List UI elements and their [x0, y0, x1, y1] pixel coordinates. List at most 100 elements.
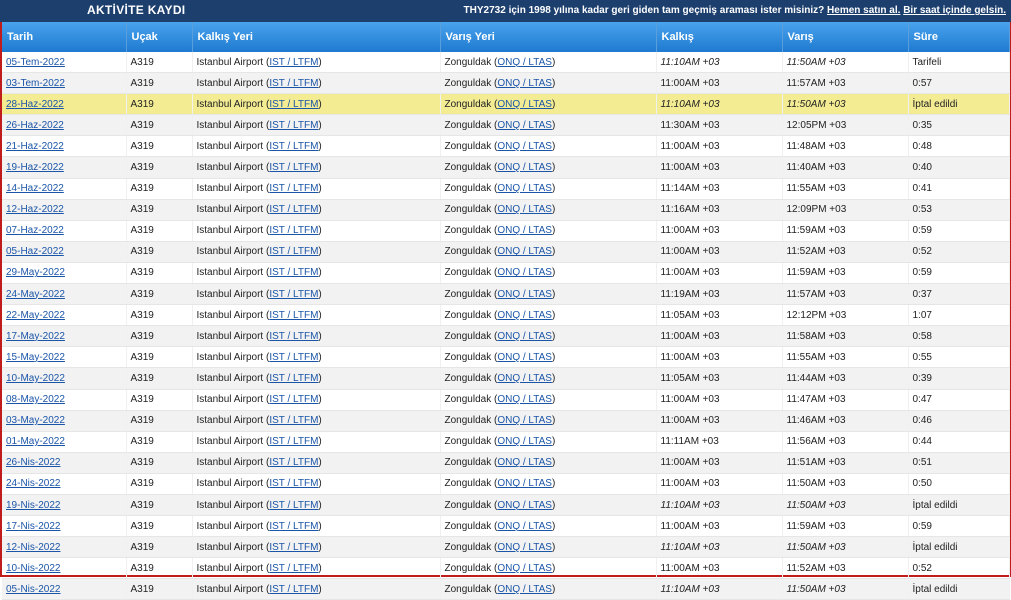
column-header-departure[interactable]: Kalkış	[656, 22, 783, 52]
column-header-destination[interactable]: Varış Yeri	[440, 22, 657, 52]
origin-airport-link[interactable]: IST / LTFM	[269, 246, 318, 257]
flight-date-link[interactable]: 26-Nis-2022	[6, 457, 60, 468]
flight-date-link[interactable]: 05-Haz-2022	[6, 246, 64, 257]
column-header-aircraft[interactable]: Uçak	[126, 22, 193, 52]
origin-airport-link[interactable]: IST / LTFM	[269, 141, 318, 152]
flight-date-link[interactable]: 24-May-2022	[6, 289, 65, 300]
destination-airport-link[interactable]: ONQ / LTAS	[497, 415, 552, 426]
flight-date-link[interactable]: 07-Haz-2022	[6, 225, 64, 236]
origin-airport-link[interactable]: IST / LTFM	[269, 521, 318, 532]
column-header-arrival[interactable]: Varış	[782, 22, 909, 52]
flight-date-link[interactable]: 19-Haz-2022	[6, 162, 64, 173]
arrival-time-cell: 11:50AM +03	[782, 52, 909, 74]
destination-airport-link[interactable]: ONQ / LTAS	[497, 225, 552, 236]
flight-date-link[interactable]: 19-Nis-2022	[6, 500, 60, 511]
destination-airport-link[interactable]: ONQ / LTAS	[497, 436, 552, 447]
flight-date-link[interactable]: 26-Haz-2022	[6, 120, 64, 131]
destination-airport-link[interactable]: ONQ / LTAS	[497, 310, 552, 321]
destination-airport-link[interactable]: ONQ / LTAS	[497, 563, 552, 574]
origin-airport-link[interactable]: IST / LTFM	[269, 183, 318, 194]
origin-airport-link[interactable]: IST / LTFM	[269, 394, 318, 405]
destination-airport-link[interactable]: ONQ / LTAS	[497, 394, 552, 405]
origin-airport-link[interactable]: IST / LTFM	[269, 267, 318, 278]
origin-airport-link[interactable]: IST / LTFM	[269, 162, 318, 173]
origin-airport-link[interactable]: IST / LTFM	[269, 204, 318, 215]
origin-name: Istanbul Airport	[196, 56, 264, 68]
destination-airport-link[interactable]: ONQ / LTAS	[497, 289, 552, 300]
origin-airport-link[interactable]: IST / LTFM	[269, 57, 318, 68]
destination-airport-link[interactable]: ONQ / LTAS	[497, 521, 552, 532]
destination-name: Zonguldak	[444, 562, 492, 574]
flight-date-link[interactable]: 15-May-2022	[6, 352, 65, 363]
destination-airport-link[interactable]: ONQ / LTAS	[497, 331, 552, 342]
flight-date-link[interactable]: 05-Tem-2022	[6, 57, 65, 68]
destination-cell: Zonguldak (ONQ / LTAS)	[440, 304, 657, 327]
column-header-date[interactable]: Tarih	[2, 22, 127, 52]
flight-date-link[interactable]: 08-May-2022	[6, 394, 65, 405]
destination-airport-link[interactable]: ONQ / LTAS	[497, 78, 552, 89]
destination-cell: Zonguldak (ONQ / LTAS)	[440, 431, 657, 453]
buy-now-link[interactable]: Hemen satın al.	[827, 5, 900, 16]
origin-airport-link[interactable]: IST / LTFM	[269, 542, 318, 553]
destination-airport-link[interactable]: ONQ / LTAS	[497, 352, 552, 363]
arrival-time-cell: 11:50AM +03	[782, 473, 909, 495]
destination-cell: Zonguldak (ONQ / LTAS)	[440, 262, 657, 285]
destination-airport-link[interactable]: ONQ / LTAS	[497, 99, 552, 110]
origin-airport-link[interactable]: IST / LTFM	[269, 310, 318, 321]
flight-date-link[interactable]: 03-Tem-2022	[6, 78, 65, 89]
duration-cell: 0:59	[908, 220, 1010, 242]
origin-airport-link[interactable]: IST / LTFM	[269, 352, 318, 363]
flight-date-link[interactable]: 10-May-2022	[6, 373, 65, 384]
destination-airport-link[interactable]: ONQ / LTAS	[497, 267, 552, 278]
destination-airport-link[interactable]: ONQ / LTAS	[497, 120, 552, 131]
destination-airport-link[interactable]: ONQ / LTAS	[497, 204, 552, 215]
delivery-link[interactable]: Bir saat içinde gelsin.	[903, 5, 1006, 16]
origin-airport-link[interactable]: IST / LTFM	[269, 78, 318, 89]
flight-date-link[interactable]: 24-Nis-2022	[6, 478, 60, 489]
column-header-origin[interactable]: Kalkış Yeri	[192, 22, 441, 52]
flight-date-link[interactable]: 12-Nis-2022	[6, 542, 60, 553]
flight-date-link[interactable]: 17-May-2022	[6, 331, 65, 342]
origin-airport-link[interactable]: IST / LTFM	[269, 225, 318, 236]
destination-airport-link[interactable]: ONQ / LTAS	[497, 183, 552, 194]
flight-date-link[interactable]: 28-Haz-2022	[6, 99, 64, 110]
flight-date-link[interactable]: 03-May-2022	[6, 415, 65, 426]
table-row: 08-May-2022 A319 Istanbul Airport (IST / L…	[2, 389, 1010, 411]
origin-airport-link[interactable]: IST / LTFM	[269, 99, 318, 110]
destination-airport-link[interactable]: ONQ / LTAS	[497, 141, 552, 152]
origin-airport-link[interactable]: IST / LTFM	[269, 289, 318, 300]
flight-date-link[interactable]: 05-Nis-2022	[6, 584, 60, 595]
destination-name: Zonguldak	[444, 309, 492, 321]
origin-airport-link[interactable]: IST / LTFM	[269, 436, 318, 447]
destination-airport-link[interactable]: ONQ / LTAS	[497, 373, 552, 384]
destination-airport-link[interactable]: ONQ / LTAS	[497, 457, 552, 468]
origin-airport-link[interactable]: IST / LTFM	[269, 331, 318, 342]
origin-airport-link[interactable]: IST / LTFM	[269, 120, 318, 131]
destination-airport-link[interactable]: ONQ / LTAS	[497, 478, 552, 489]
origin-airport-link[interactable]: IST / LTFM	[269, 500, 318, 511]
destination-airport-link[interactable]: ONQ / LTAS	[497, 246, 552, 257]
origin-cell: Istanbul Airport (IST / LTFM)	[192, 367, 441, 390]
destination-airport-link[interactable]: ONQ / LTAS	[497, 162, 552, 173]
origin-airport-link[interactable]: IST / LTFM	[269, 373, 318, 384]
flight-date-link[interactable]: 10-Nis-2022	[6, 563, 60, 574]
column-header-duration[interactable]: Süre	[908, 22, 1010, 52]
destination-airport-link[interactable]: ONQ / LTAS	[497, 542, 552, 553]
origin-airport-link[interactable]: IST / LTFM	[269, 415, 318, 426]
flight-date-link[interactable]: 01-May-2022	[6, 436, 65, 447]
date-cell: 22-May-2022	[2, 304, 127, 327]
origin-airport-link[interactable]: IST / LTFM	[269, 457, 318, 468]
origin-airport-link[interactable]: IST / LTFM	[269, 563, 318, 574]
flight-date-link[interactable]: 17-Nis-2022	[6, 521, 60, 532]
flight-date-link[interactable]: 12-Haz-2022	[6, 204, 64, 215]
flight-date-link[interactable]: 22-May-2022	[6, 310, 65, 321]
destination-airport-link[interactable]: ONQ / LTAS	[497, 57, 552, 68]
flight-date-link[interactable]: 14-Haz-2022	[6, 183, 64, 194]
destination-airport-link[interactable]: ONQ / LTAS	[497, 500, 552, 511]
flight-date-link[interactable]: 29-May-2022	[6, 267, 65, 278]
departure-time-cell: 11:10AM +03	[656, 536, 783, 559]
origin-airport-link[interactable]: IST / LTFM	[269, 584, 318, 595]
destination-airport-link[interactable]: ONQ / LTAS	[497, 584, 552, 595]
flight-date-link[interactable]: 21-Haz-2022	[6, 141, 64, 152]
origin-airport-link[interactable]: IST / LTFM	[269, 478, 318, 489]
